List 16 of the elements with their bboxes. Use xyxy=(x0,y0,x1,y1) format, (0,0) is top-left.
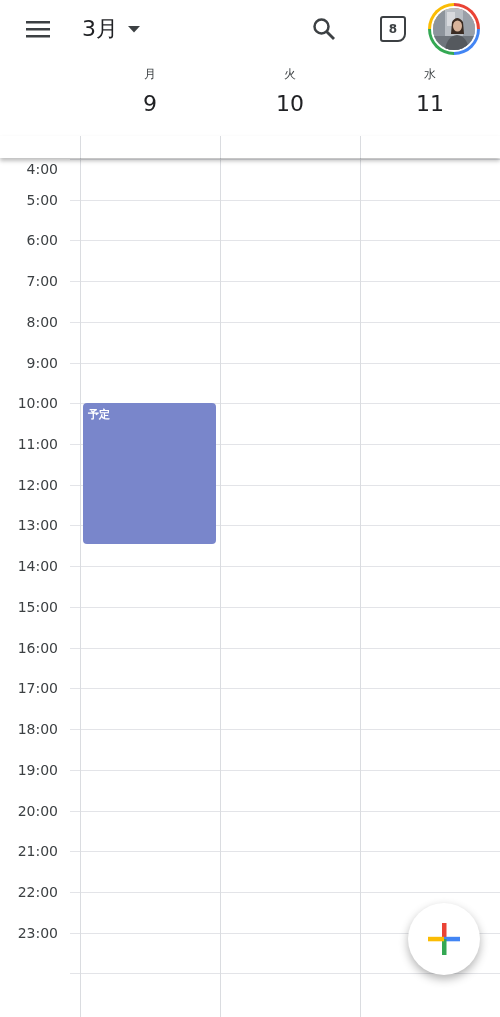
caret-icon xyxy=(128,25,140,33)
plus-icon xyxy=(428,923,460,955)
menu-icon xyxy=(26,19,52,39)
account-avatar[interactable] xyxy=(428,3,480,55)
weekday-label: 月 xyxy=(144,66,156,83)
today-button[interactable]: 8 xyxy=(380,16,406,42)
search-icon xyxy=(312,17,336,41)
month-selector[interactable]: 3月 xyxy=(82,14,140,44)
search-button[interactable] xyxy=(312,17,336,41)
date-number[interactable]: 11 xyxy=(416,91,444,116)
weekday-label: 水 xyxy=(424,66,436,83)
menu-button[interactable] xyxy=(26,19,52,39)
weekday-label: 火 xyxy=(284,66,296,83)
date-number[interactable]: 10 xyxy=(276,91,304,116)
date-number[interactable]: 9 xyxy=(143,91,157,116)
create-button[interactable] xyxy=(408,903,480,975)
